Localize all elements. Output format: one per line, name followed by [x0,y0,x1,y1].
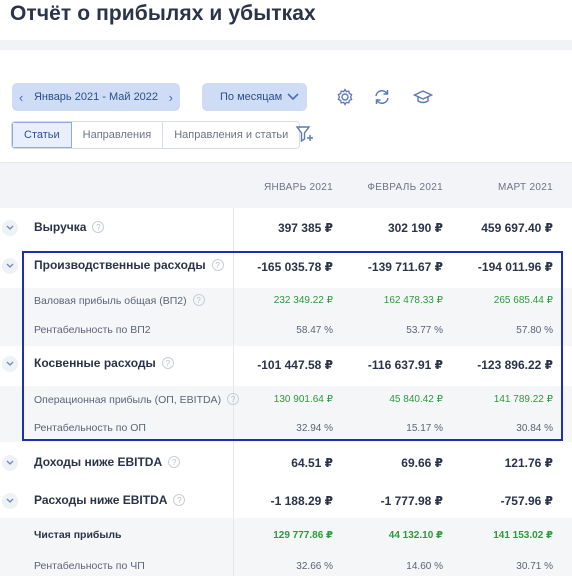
column-header-mar-2021: МАРТ 2021 [497,182,553,193]
chevron-down-icon[interactable] [2,220,18,236]
cell-value: 69.66 ₽ [401,456,443,470]
cell-value: 302 190 ₽ [387,221,443,235]
tab-directions-and-articles[interactable]: Направления и статьи [163,122,300,148]
chevron-down-icon[interactable] [2,455,18,471]
header-divider [0,40,572,50]
toolbar: ‹ Январь 2021 - Май 2022 › По месяцам Ст… [0,50,572,162]
help-icon[interactable]: ? [92,221,105,233]
table-row-revenue[interactable]: Выручка? 397 385 ₽ 302 190 ₽ 459 697.40 … [0,218,572,238]
chevron-left-icon[interactable]: ‹ [19,90,23,105]
chevron-down-icon[interactable] [2,356,18,372]
help-icon[interactable]: ? [168,456,181,468]
table-row-net-profit[interactable]: Чистая прибыль 129 777.86 ₽ 44 132.10 ₽ … [0,527,572,545]
gear-icon[interactable] [335,87,355,107]
row-label: Доходы ниже EBITDA [34,455,163,469]
cell-value: 14.60 % [406,561,443,572]
cell-value: 32.66 % [296,561,333,572]
table-row-income-below-ebitda[interactable]: Доходы ниже EBITDA? 64.51 ₽ 69.66 ₽ 121.… [0,453,572,473]
period-selector[interactable]: ‹ Январь 2021 - Май 2022 › [12,83,180,111]
row-label: Расходы ниже EBITDA [34,493,168,507]
grouping-dropdown[interactable]: По месяцам [202,83,307,111]
graduation-cap-icon[interactable] [413,87,433,107]
row-label: Чистая прибыль [34,529,122,541]
cell-value: 64.51 ₽ [291,456,333,470]
column-header-feb-2021: ФЕВРАЛЬ 2021 [367,182,443,193]
help-icon[interactable]: ? [173,494,186,506]
highlight-frame [22,251,563,441]
grouping-label: По месяцам [220,91,283,103]
tab-directions[interactable]: Направления [71,122,164,148]
cell-value: 459 697.40 ₽ [481,221,553,235]
cell-value: -1 188.29 ₽ [270,494,333,508]
cell-value: -1 777.98 ₽ [380,494,443,508]
chevron-right-icon[interactable]: › [169,90,173,105]
view-tabs: Статьи Направления Направления и статьи [11,121,301,149]
refresh-icon[interactable] [372,87,392,107]
page-title: Отчёт о прибылях и убытках [10,2,316,25]
chevron-down-icon[interactable] [2,258,18,274]
cell-value: -757.96 ₽ [500,494,553,508]
row-label: Выручка [34,220,87,234]
cell-value: 129 777.86 ₽ [273,530,333,541]
cell-value: 44 132.10 ₽ [388,530,443,541]
chevron-down-icon [287,93,299,101]
table-row-net-margin[interactable]: Рентабельность по ЧП 32.66 % 14.60 % 30.… [0,558,572,576]
period-label: Январь 2021 - Май 2022 [33,91,159,103]
chevron-down-icon[interactable] [2,493,18,509]
cell-value: 30.71 % [516,561,553,572]
cell-value: 397 385 ₽ [277,221,333,235]
tab-articles[interactable]: Статьи [12,122,72,148]
table-header: ЯНВАРЬ 2021 ФЕВРАЛЬ 2021 МАРТ 2021 [0,162,572,208]
cell-value: 121.76 ₽ [504,456,553,470]
filter-add-icon[interactable] [295,124,315,144]
cell-value: 141 153.02 ₽ [493,530,553,541]
row-label: Рентабельность по ЧП [34,560,145,572]
column-header-jan-2021: ЯНВАРЬ 2021 [263,182,333,193]
table-row-expenses-below-ebitda[interactable]: Расходы ниже EBITDA? -1 188.29 ₽ -1 777.… [0,491,572,511]
